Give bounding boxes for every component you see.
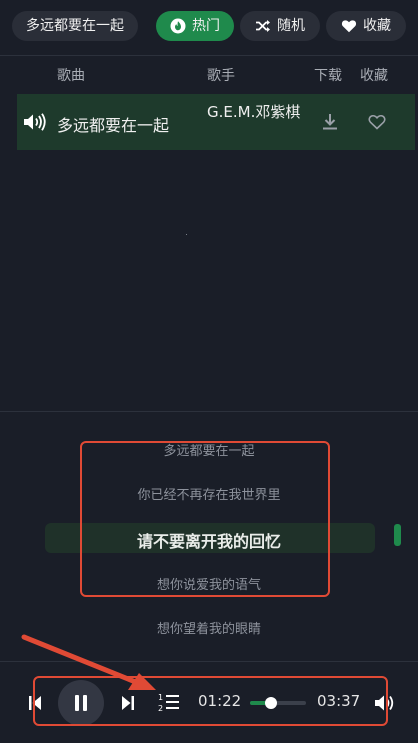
annotation-arrow [21,634,156,690]
